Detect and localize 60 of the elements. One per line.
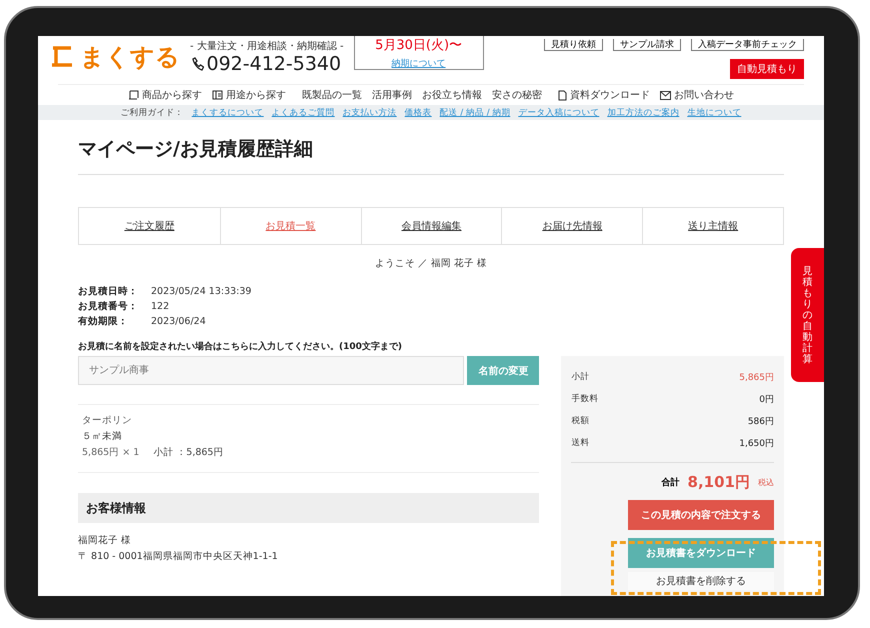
auto-quote-button[interactable]: 自動見積もり (730, 59, 804, 79)
info-value: 122 (151, 300, 170, 314)
building-icon (212, 90, 223, 100)
nav-link[interactable]: 商品から探す (128, 88, 202, 102)
summary-label: 手数料 (571, 393, 598, 405)
top-button[interactable]: 入稿データ事前チェック (691, 39, 804, 51)
tagline: - 大量注文・用途相談・納期確認 - (190, 40, 344, 53)
product-name: ターポリン (82, 414, 133, 428)
nav-link[interactable]: 資料ダウンロード (558, 88, 650, 102)
summary-label: 送料 (571, 437, 590, 449)
document-icon (558, 90, 567, 101)
customer-name: 福岡花子 様 (78, 534, 132, 548)
tax-note: 税込 (758, 477, 774, 488)
logo-icon (50, 46, 74, 68)
info-label: 有効期限： (78, 315, 129, 329)
side-tab-label: 見積もりの自動計算 (802, 266, 812, 364)
top-button[interactable]: 見積り依頼 (544, 39, 603, 51)
name-input-field[interactable]: サンプル商事 (78, 356, 464, 385)
nav-link[interactable]: 安さの秘密 (492, 88, 542, 102)
delivery-link[interactable]: 納期について (392, 57, 446, 70)
nav-link[interactable]: 用途から探す (212, 88, 286, 102)
auto-calc-tab[interactable]: 見積もりの自動計算 (791, 248, 824, 382)
page-title: マイページ/お見積履歴詳細 (78, 136, 784, 175)
delete-button[interactable]: お見積書を削除する (628, 572, 774, 590)
top-button[interactable]: サンプル請求 (613, 39, 681, 51)
summary-value: 1,650円 (739, 438, 774, 450)
delivery-date: 5月30日(火)〜 (375, 39, 462, 53)
tab[interactable]: お届け先情報 (501, 208, 642, 244)
info-value: 2023/06/24 (151, 315, 206, 329)
info-label: お見積日時： (78, 285, 139, 299)
total-label: 合計 (662, 476, 680, 489)
instruction-text: お見積に名前を設定されたい場合はこちらに入力してください。(100文字まで) (78, 340, 404, 353)
welcome-text: ようこそ ／ 福岡 花子 様 (374, 257, 488, 270)
product-subtotal: 小計 ：5,865円 (153, 446, 224, 460)
info-label: お見積番号： (78, 300, 139, 314)
phone-icon (192, 57, 204, 71)
customer-address: 〒 810 - 0001福岡県福岡市中央区天神1-1-1 (78, 550, 279, 564)
nav-link[interactable]: お問い合わせ (660, 88, 734, 102)
summary-value: 586円 (748, 416, 774, 428)
summary-label: 税額 (571, 415, 590, 427)
logo-text: まくする (80, 42, 180, 73)
tab[interactable]: 送り主情報 (642, 208, 783, 244)
nav-link[interactable]: 活用事例 (372, 88, 412, 102)
tab[interactable]: お見積一覧 (220, 208, 361, 244)
order-button[interactable]: この見積の内容で注文する (628, 500, 774, 530)
phone-number: 092-412-5340 (192, 53, 342, 75)
total-value: 8,101円 (688, 473, 750, 492)
customer-heading: お客様情報 (78, 493, 540, 523)
info-value: 2023/05/24 13:33:39 (151, 285, 252, 299)
nav-link[interactable]: お役立ち情報 (422, 88, 482, 102)
mail-icon (660, 90, 671, 100)
guide-label: ご利用ガイド： (120, 106, 184, 119)
tab[interactable]: ご注文履歴 (79, 208, 220, 244)
nav-link[interactable]: 既製品の一覧 (302, 88, 362, 102)
summary-label: 小計 (571, 371, 590, 383)
summary-value: 0円 (759, 394, 774, 406)
product-size: ５㎡未満 (82, 430, 123, 444)
tab[interactable]: 会員情報編集 (360, 208, 502, 244)
product-price: 5,865円 × 1 (82, 446, 140, 460)
summary-value: 5,865円 (739, 372, 774, 384)
